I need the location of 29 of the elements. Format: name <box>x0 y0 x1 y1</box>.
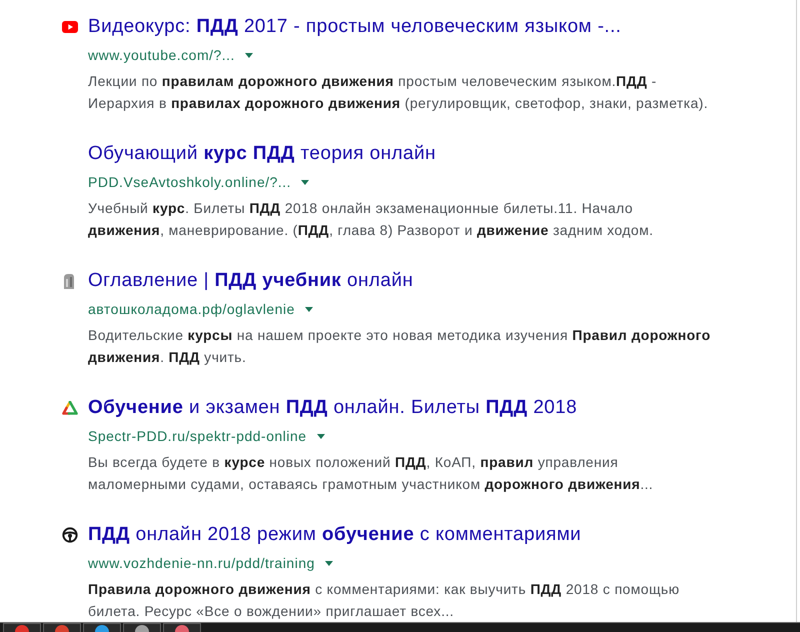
caret-icon[interactable] <box>301 180 310 184</box>
result-title-link[interactable]: Видеокурс: ПДД 2017 - простым человеческим языком -... <box>88 16 622 38</box>
taskbar-button[interactable] <box>83 623 121 632</box>
result-url: www.youtube.com/?... <box>88 46 235 65</box>
taskbar-button[interactable] <box>163 623 201 632</box>
result-url: Spectr-PDD.ru/spektr-pdd-online <box>88 427 307 446</box>
result-url: автошколадома.рф/oglavlenie <box>88 300 295 319</box>
result-url: PDD.VseAvtoshkoly.online/?... <box>88 173 292 192</box>
result-title-link[interactable]: Оглавление | ПДД учебник онлайн <box>88 270 414 292</box>
result-title-link[interactable]: Обучающий курс ПДД теория онлайн <box>88 143 436 165</box>
triangle-logo-icon <box>62 401 78 415</box>
result-title-link[interactable]: ПДД онлайн 2018 режим обучение с комментариями <box>88 524 582 546</box>
site-icon <box>62 273 76 289</box>
taskbar-button[interactable] <box>43 623 81 632</box>
result-url: www.vozhdenie-nn.ru/pdd/training <box>88 554 315 573</box>
caret-icon[interactable] <box>316 434 325 438</box>
result-snippet: Вы всегда будете в курсе новых положений ПДД, КоАП, правил управления маломерными судами, оставаясь грамотным участником дорожного движения... <box>88 453 654 494</box>
result-snippet: Водительские курсы на нашем проекте это новая методика изучения Правил дорожного движения. ПДД учить. <box>88 326 712 367</box>
taskbar-button[interactable] <box>123 623 161 632</box>
caret-icon[interactable] <box>324 560 333 566</box>
caret-icon[interactable] <box>304 306 313 312</box>
result-snippet: Лекции по правилам дорожного движения простым человеческим языком.ПДД - Иерархия в правилах дорожного движения (регулировщик, светофор, знаки, разметка). <box>88 72 709 113</box>
caret-icon[interactable] <box>244 52 253 58</box>
steering-wheel-icon <box>62 527 78 543</box>
result-snippet: Правила дорожного движения с комментариями: как выучить ПДД 2018 с помощью билета. Ресурс «Все о вождении» приглашает всех... <box>88 580 680 621</box>
video-play-icon <box>62 21 78 33</box>
result-title-link[interactable]: Обучение и экзамен ПДД онлайн. Билеты ПДД 2018 <box>88 397 578 419</box>
result-snippet: Учебный курс. Билеты ПДД 2018 онлайн экзаменационные билеты.11. Начало движения, маневрирование. (ПДД, глава 8) Разворот и движение задним ходом. <box>88 199 654 240</box>
taskbar-button[interactable] <box>3 623 41 632</box>
